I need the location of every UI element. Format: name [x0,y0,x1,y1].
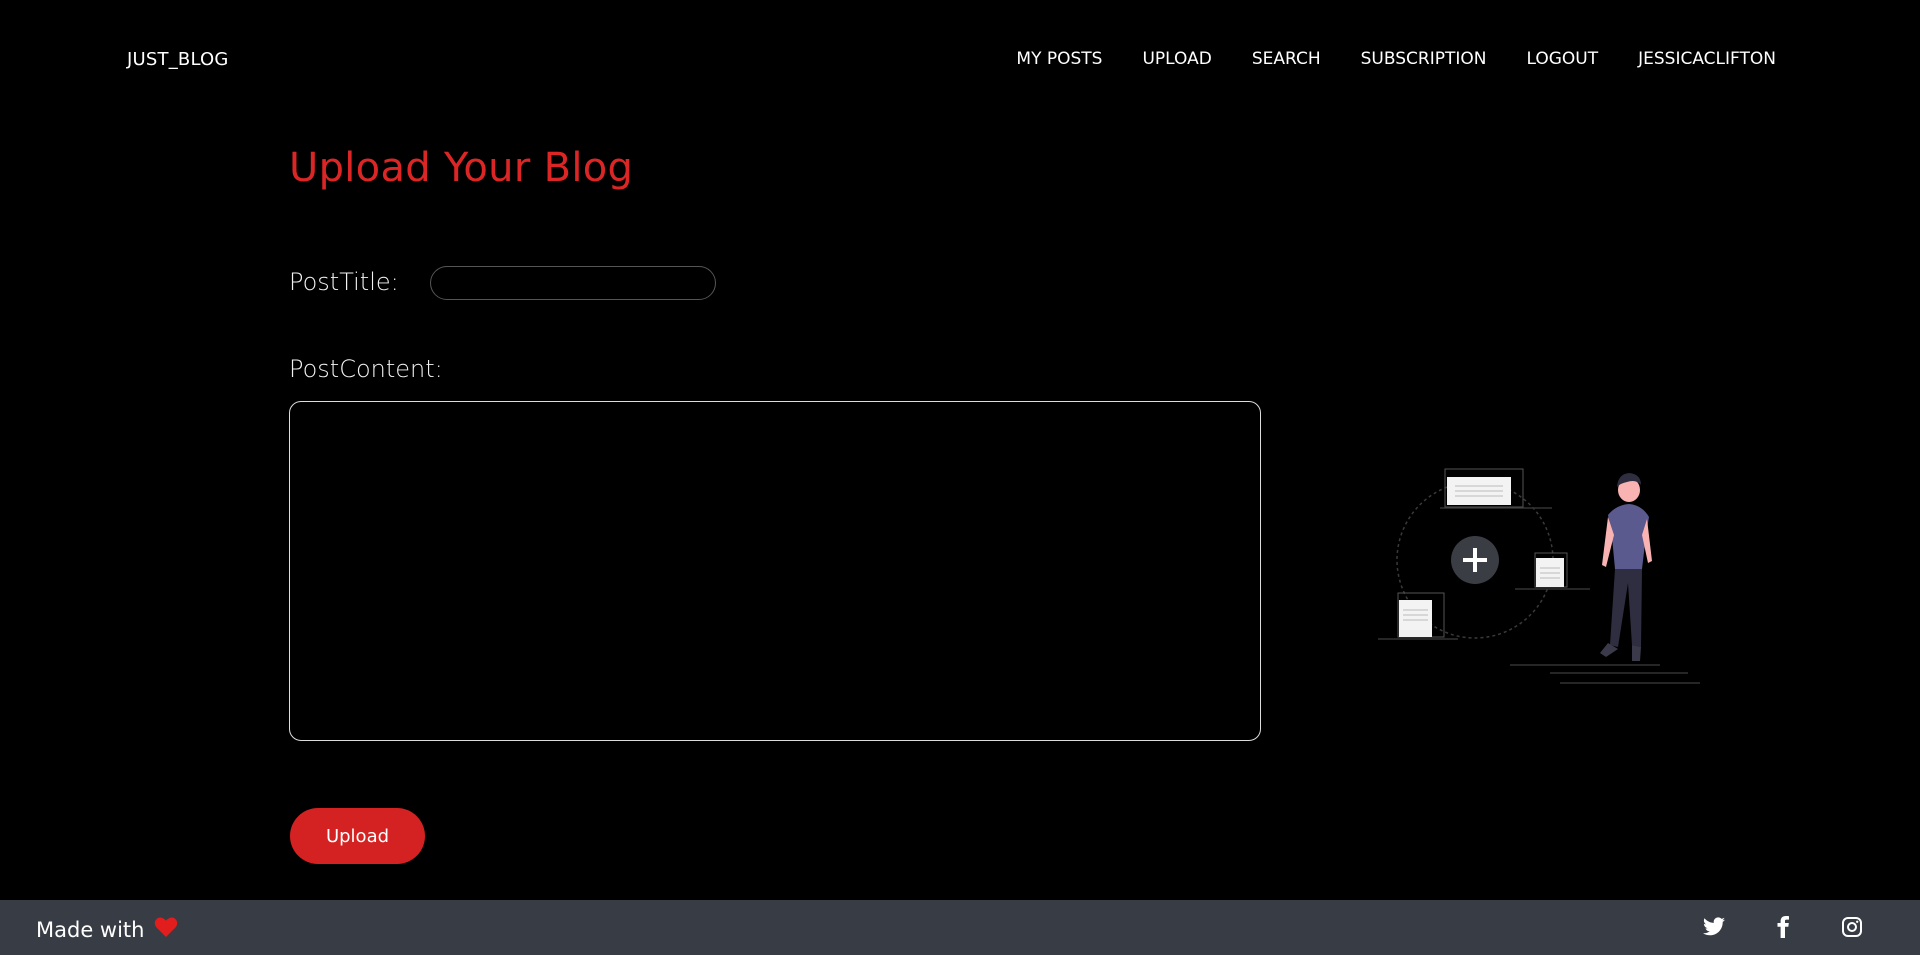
heart-icon [154,916,178,943]
footer: Made with [0,900,1920,955]
instagram-icon[interactable] [1840,915,1864,939]
nav-links: MY POSTS UPLOAD SEARCH SUBSCRIPTION LOGO… [976,49,1776,69]
nav-upload[interactable]: UPLOAD [1142,49,1211,69]
upload-page: JUST_BLOG MY POSTS UPLOAD SEARCH SUBSCRI… [0,0,1920,955]
nav-username[interactable]: JESSICACLIFTON [1638,49,1776,69]
nav-search[interactable]: SEARCH [1252,49,1321,69]
twitter-icon[interactable] [1702,915,1726,939]
nav-subscription[interactable]: SUBSCRIPTION [1361,49,1487,69]
post-content-textarea[interactable] [289,401,1261,741]
brand-logo[interactable]: JUST_BLOG [127,49,229,70]
nav-logout[interactable]: LOGOUT [1526,49,1598,69]
post-title-label: PostTitle: [289,268,399,296]
page-title: Upload Your Blog [289,145,634,191]
post-title-input[interactable] [430,266,716,300]
post-content-label: PostContent: [289,355,443,383]
facebook-icon[interactable] [1771,915,1795,939]
made-with-text: Made with [36,917,145,942]
add-files-person-illustration [1378,468,1700,684]
nav-my-posts[interactable]: MY POSTS [1016,49,1102,69]
made-with: Made with [36,916,178,943]
upload-button[interactable]: Upload [290,808,425,864]
navbar: JUST_BLOG MY POSTS UPLOAD SEARCH SUBSCRI… [0,0,1920,122]
